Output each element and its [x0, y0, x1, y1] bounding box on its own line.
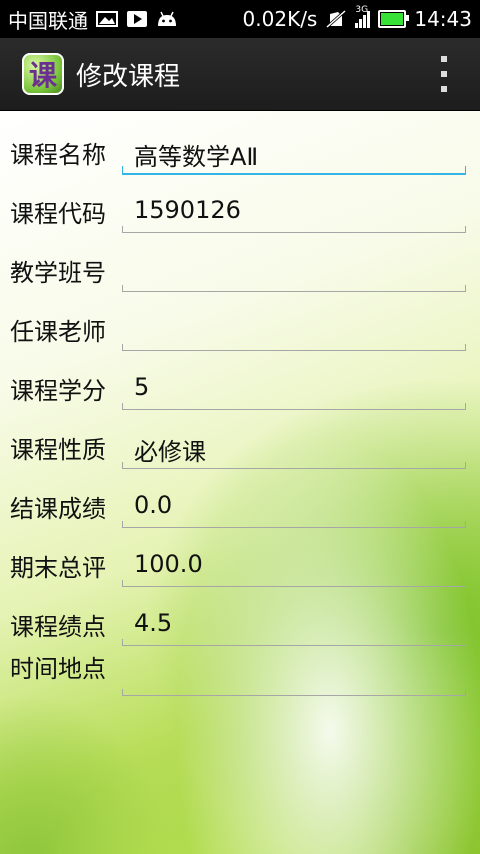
course-type-label: 课程性质 [10, 436, 106, 464]
net-speed-label: 0.02K/s [242, 7, 318, 31]
overflow-menu-icon[interactable] [438, 56, 450, 92]
form-row-course-score: 结课成绩 0.0 [0, 475, 480, 533]
signal-type-label: 3G [355, 4, 369, 15]
form-row-course-code: 课程代码 1590126 [0, 180, 480, 238]
teacher-field[interactable] [122, 310, 466, 351]
class-number-field[interactable] [122, 251, 466, 292]
grade-point-field[interactable]: 4.5 [122, 605, 466, 646]
credits-value: 5 [134, 373, 150, 401]
form-row-class-number: 教学班号 [0, 239, 480, 297]
course-edit-form: 课程名称 高等数学AⅡ 课程代码 1590126 教学班号 任课老师 课程学分 … [0, 111, 480, 854]
play-store-icon [127, 11, 147, 27]
course-name-field[interactable]: 高等数学AⅡ [122, 133, 466, 175]
time-place-field[interactable] [122, 655, 466, 696]
class-number-label: 教学班号 [10, 259, 106, 287]
form-row-course-name: 课程名称 高等数学AⅡ [0, 121, 480, 179]
page-title: 修改课程 [76, 61, 181, 92]
grade-point-label: 课程绩点 [10, 613, 106, 641]
course-code-value: 1590126 [134, 196, 241, 224]
form-row-final-grade: 期末总评 100.0 [0, 534, 480, 592]
form-row-time-place: 时间地点 [0, 643, 480, 703]
grade-point-value: 4.5 [134, 609, 173, 637]
course-score-value: 0.0 [134, 491, 173, 519]
battery-level-fill [381, 13, 404, 25]
app-icon[interactable]: 课 [22, 53, 64, 95]
battery-icon [378, 10, 410, 28]
no-sim-icon [326, 10, 347, 28]
carrier-label: 中国联通 [8, 8, 88, 33]
signal-icon: 3G [355, 5, 371, 28]
status-bar: 中国联通 0.02K/s 3G 14:43 [0, 0, 480, 38]
final-grade-value: 100.0 [134, 550, 203, 578]
course-code-label: 课程代码 [10, 200, 106, 228]
teacher-label: 任课老师 [10, 318, 106, 346]
time-place-label: 时间地点 [10, 655, 106, 683]
clock: 14:43 [414, 7, 472, 31]
course-score-label: 结课成绩 [10, 495, 106, 523]
final-grade-label: 期末总评 [10, 554, 106, 582]
final-grade-field[interactable]: 100.0 [122, 546, 466, 587]
credits-field[interactable]: 5 [122, 369, 466, 410]
form-row-credits: 课程学分 5 [0, 357, 480, 415]
form-row-teacher: 任课老师 [0, 298, 480, 356]
course-name-label: 课程名称 [10, 141, 106, 169]
course-code-field[interactable]: 1590126 [122, 192, 466, 233]
credits-label: 课程学分 [10, 377, 106, 405]
action-bar: 课 修改课程 [0, 38, 480, 111]
app-icon-glyph: 课 [28, 59, 57, 92]
course-score-field[interactable]: 0.0 [122, 487, 466, 528]
android-icon [158, 11, 176, 26]
image-icon [96, 11, 118, 27]
course-type-field[interactable]: 必修课 [122, 428, 466, 469]
course-type-value: 必修课 [134, 438, 206, 466]
course-name-value: 高等数学AⅡ [134, 143, 259, 171]
form-row-course-type: 课程性质 必修课 [0, 416, 480, 474]
